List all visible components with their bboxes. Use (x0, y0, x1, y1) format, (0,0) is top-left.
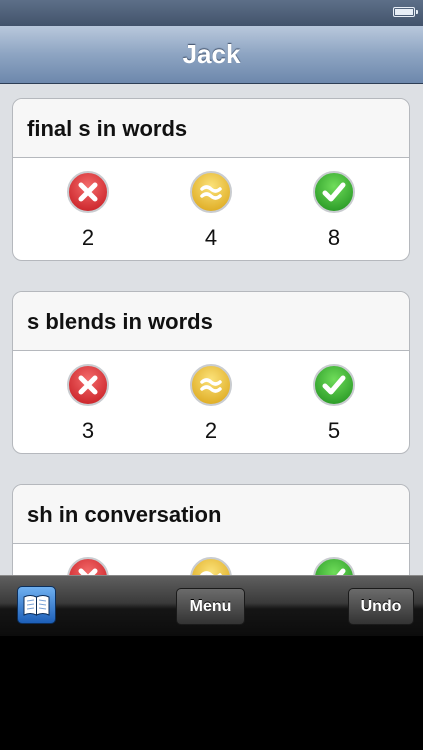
book-button[interactable] (17, 586, 56, 624)
battery-icon (393, 7, 418, 17)
book-icon (23, 595, 50, 616)
approx-circle-icon[interactable] (190, 364, 232, 406)
approximate-count: 2 (204, 418, 218, 443)
menu-button[interactable]: Menu (176, 588, 245, 625)
check-circle-icon[interactable] (313, 171, 355, 213)
check-circle-icon[interactable] (313, 364, 355, 406)
approx-circle-icon[interactable] (190, 557, 232, 575)
empty-area (0, 636, 423, 750)
goal-card-header: final s in words (13, 99, 409, 158)
incorrect-count: 2 (81, 225, 95, 250)
correct-count: 5 (327, 418, 341, 443)
goal-title: sh in conversation (27, 502, 222, 527)
page-title: Jack (182, 39, 241, 69)
check-circle-icon[interactable] (313, 557, 355, 575)
undo-button[interactable]: Undo (348, 588, 414, 625)
incorrect-count: 3 (81, 418, 95, 443)
goal-card: sh in conversation (12, 484, 410, 575)
goal-title: final s in words (27, 116, 188, 141)
goal-card: final s in words 2 4 8 (12, 98, 410, 261)
goal-card-header: s blends in words (13, 292, 409, 351)
correct-score[interactable] (304, 557, 364, 575)
approximate-score[interactable]: 4 (181, 171, 241, 251)
correct-score[interactable]: 8 (304, 171, 364, 251)
correct-count: 8 (327, 225, 341, 250)
goal-title: s blends in words (27, 309, 213, 334)
incorrect-score[interactable]: 2 (58, 171, 118, 251)
incorrect-score[interactable]: 3 (58, 364, 118, 444)
bottom-toolbar: Menu Undo (0, 575, 423, 636)
x-circle-icon[interactable] (67, 557, 109, 575)
approx-circle-icon[interactable] (190, 171, 232, 213)
navigation-bar: Jack (0, 26, 423, 84)
x-circle-icon[interactable] (67, 171, 109, 213)
status-bar (0, 0, 423, 26)
incorrect-score[interactable] (58, 557, 118, 575)
x-circle-icon[interactable] (67, 364, 109, 406)
goal-card: s blends in words 3 2 5 (12, 291, 410, 454)
approximate-count: 4 (204, 225, 218, 250)
goals-list[interactable]: final s in words 2 4 8 s blends in words (0, 84, 423, 575)
approximate-score[interactable]: 2 (181, 364, 241, 444)
goal-card-header: sh in conversation (13, 485, 409, 544)
approximate-score[interactable] (181, 557, 241, 575)
correct-score[interactable]: 5 (304, 364, 364, 444)
